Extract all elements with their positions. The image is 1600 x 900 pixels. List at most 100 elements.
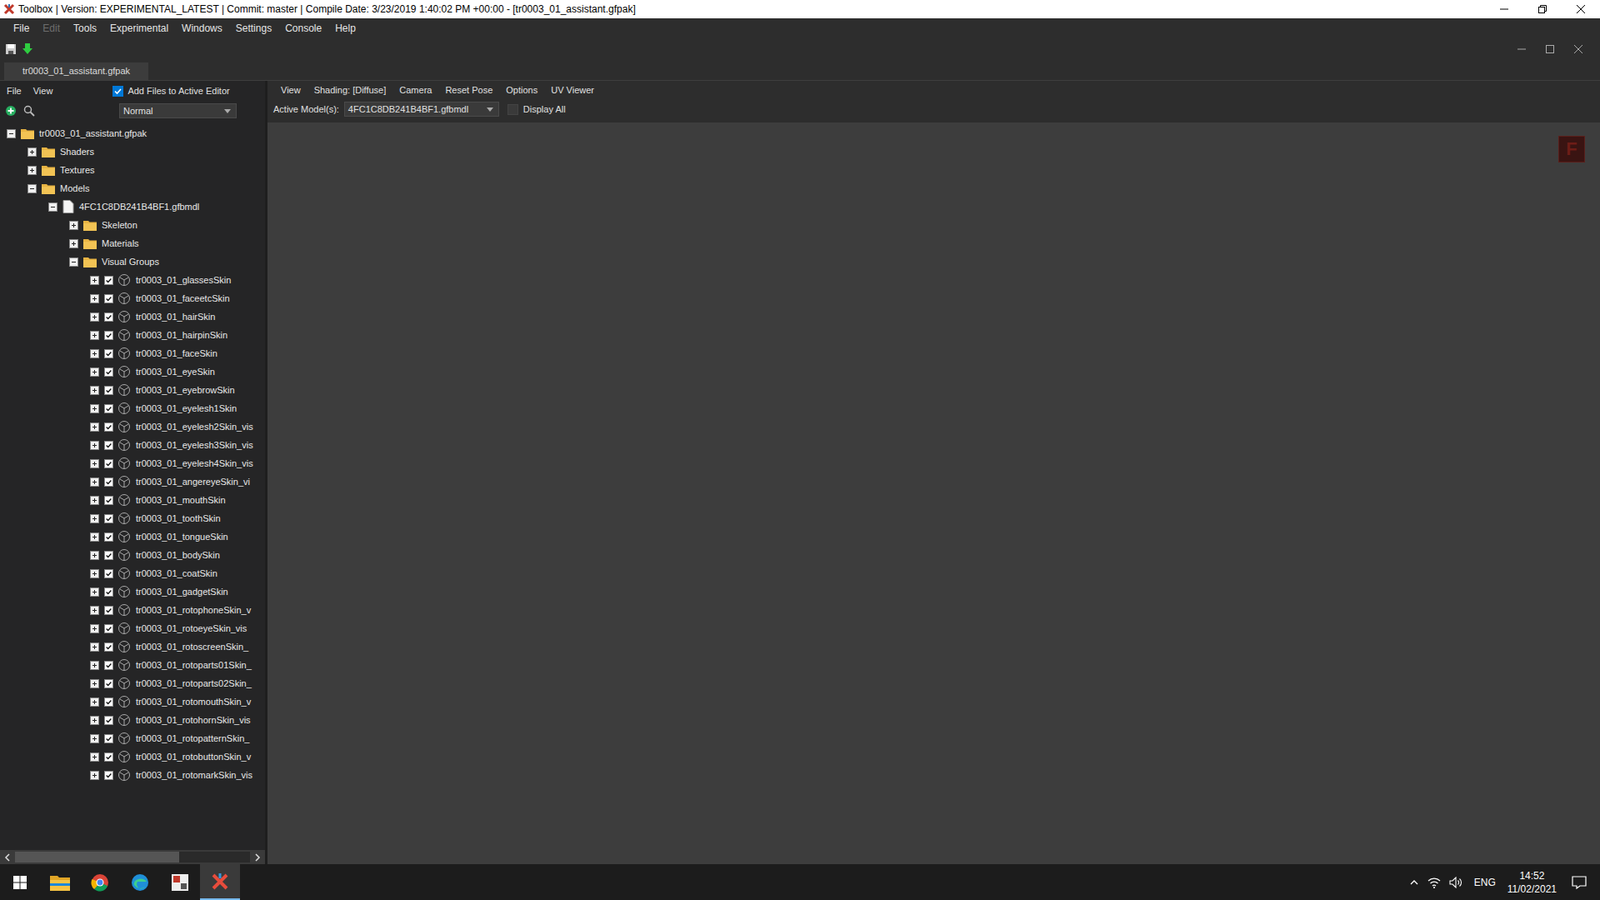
tree-item[interactable]: tr0003_01_eyelesh4Skin_vis [0,454,265,473]
add-files-checkbox[interactable]: Add Files to Active Editor [112,85,230,97]
visibility-checkbox[interactable] [104,770,114,780]
maximize-icon[interactable] [1545,44,1555,55]
tree-item[interactable]: Models [0,179,265,198]
tree-item[interactable]: tr0003_01_rotomarkSkin_vis [0,765,265,785]
visibility-checkbox[interactable] [104,385,114,395]
add-icon[interactable] [5,105,17,117]
taskbar-app[interactable] [80,864,120,900]
expander-icon[interactable] [90,349,100,359]
expander-icon[interactable] [90,550,100,560]
tree-item[interactable]: tr0003_01_rotoparts01Skin_ [0,655,265,675]
visibility-checkbox[interactable] [104,532,114,542]
expander-icon[interactable] [90,514,100,524]
display-all-checkbox[interactable]: Display All [507,104,566,115]
taskbar-app[interactable] [40,864,80,900]
viewport-menu-item[interactable]: Shading: [Diffuse] [307,85,394,95]
expander-icon[interactable] [90,330,100,340]
volume-icon[interactable] [1449,876,1463,889]
scroll-left-icon[interactable] [2,852,13,863]
view-mode-dropdown[interactable]: Normal [119,103,237,119]
menu-item[interactable]: Tools [66,22,104,35]
visibility-checkbox[interactable] [104,459,114,469]
expander-icon[interactable] [90,605,100,615]
active-model-dropdown[interactable]: 4FC1C8DB241B4BF1.gfbmdl [344,101,500,117]
tree-item[interactable]: tr0003_01_gadgetSkin [0,582,265,601]
tree-item[interactable]: tr0003_01_rotoscreenSkin_ [0,637,265,656]
expander-icon[interactable] [69,239,79,249]
tree-item[interactable]: tr0003_01_hairpinSkin [0,325,265,345]
tree-item[interactable]: tr0003_01_rotoparts02Skin_ [0,674,265,693]
expander-icon[interactable] [69,257,79,267]
search-icon[interactable] [23,105,35,117]
viewport-menu-item[interactable]: View [274,85,308,95]
menu-item[interactable]: File [6,22,36,35]
visibility-checkbox[interactable] [104,422,114,432]
expander-icon[interactable] [27,184,37,194]
input-language[interactable]: ENG [1470,876,1500,889]
expander-icon[interactable] [90,459,100,469]
explorer-menu-item[interactable]: View [33,85,54,96]
visibility-checkbox[interactable] [104,367,114,377]
visibility-checkbox[interactable] [104,440,114,450]
document-tab[interactable]: tr0003_01_assistant.gfpak [4,62,149,80]
tree-item[interactable]: tr0003_01_bodySkin [0,545,265,565]
expander-icon[interactable] [90,367,100,377]
tree-item[interactable]: tr0003_01_rotoeyeSkin_vis [0,619,265,638]
visibility-checkbox[interactable] [104,679,114,689]
tree-item[interactable]: tr0003_01_faceetcSkin [0,289,265,308]
expander-icon[interactable] [27,165,37,175]
expander-icon[interactable] [69,220,79,230]
expander-icon[interactable] [90,477,100,487]
tree-item[interactable]: tr0003_01_faceSkin [0,344,265,363]
tree-item[interactable]: Skeleton [0,215,265,235]
taskbar-app[interactable] [200,864,240,900]
expander-icon[interactable] [90,734,100,744]
visibility-checkbox[interactable] [104,275,114,285]
notifications-icon[interactable] [1571,875,1587,890]
visibility-checkbox[interactable] [104,514,114,524]
expander-icon[interactable] [90,697,100,707]
tree-item[interactable]: 4FC1C8DB241B4BF1.gfbmdl [0,197,265,216]
menu-item[interactable]: Experimental [103,22,175,35]
download-icon[interactable] [21,42,34,56]
expander-icon[interactable] [90,679,100,689]
menu-item[interactable]: Help [328,22,363,35]
start-button[interactable] [0,864,40,900]
tree-item[interactable]: Textures [0,160,265,180]
visibility-checkbox[interactable] [104,715,114,725]
tree-item[interactable]: Shaders [0,142,265,161]
tree-item[interactable]: tr0003_01_angereyeSkin_vi [0,472,265,491]
tree-item[interactable]: tr0003_01_coatSkin [0,564,265,583]
minimize-icon[interactable] [1516,44,1527,55]
menu-item[interactable]: Windows [175,22,230,35]
menu-item[interactable]: Settings [229,22,279,35]
show-hidden-icons-icon[interactable] [1409,877,1420,888]
tree-item[interactable]: tr0003_01_assistant.gfpak [0,124,265,143]
visibility-checkbox[interactable] [104,587,114,597]
viewport-menu-item[interactable]: UV Viewer [544,85,601,95]
scroll-right-icon[interactable] [252,852,263,863]
visibility-checkbox[interactable] [104,660,114,670]
tree-item[interactable]: tr0003_01_glassesSkin [0,270,265,290]
expander-icon[interactable] [27,147,37,157]
visibility-checkbox[interactable] [104,605,114,615]
tree-item[interactable]: tr0003_01_eyelesh3Skin_vis [0,435,265,455]
3d-viewport[interactable]: F [267,122,1600,865]
visibility-checkbox[interactable] [104,569,114,579]
explorer-menu-item[interactable]: File [6,85,22,96]
menu-item[interactable]: Edit [35,22,67,35]
visibility-checkbox[interactable] [104,294,114,304]
tree-item[interactable]: tr0003_01_hairSkin [0,307,265,326]
expander-icon[interactable] [48,202,58,212]
expander-icon[interactable] [90,624,100,634]
close-button[interactable] [1561,0,1600,19]
taskbar-app[interactable] [160,864,200,900]
expander-icon[interactable] [90,715,100,725]
visibility-checkbox[interactable] [104,477,114,487]
visibility-checkbox[interactable] [104,642,114,652]
tree-item[interactable]: tr0003_01_rotophoneSkin_v [0,600,265,620]
tree-item[interactable]: tr0003_01_rotomouthSkin_v [0,692,265,711]
visibility-checkbox[interactable] [104,349,114,359]
viewport-menu-item[interactable]: Camera [392,85,439,95]
clock[interactable]: 14:5211/02/2021 [1507,869,1557,896]
